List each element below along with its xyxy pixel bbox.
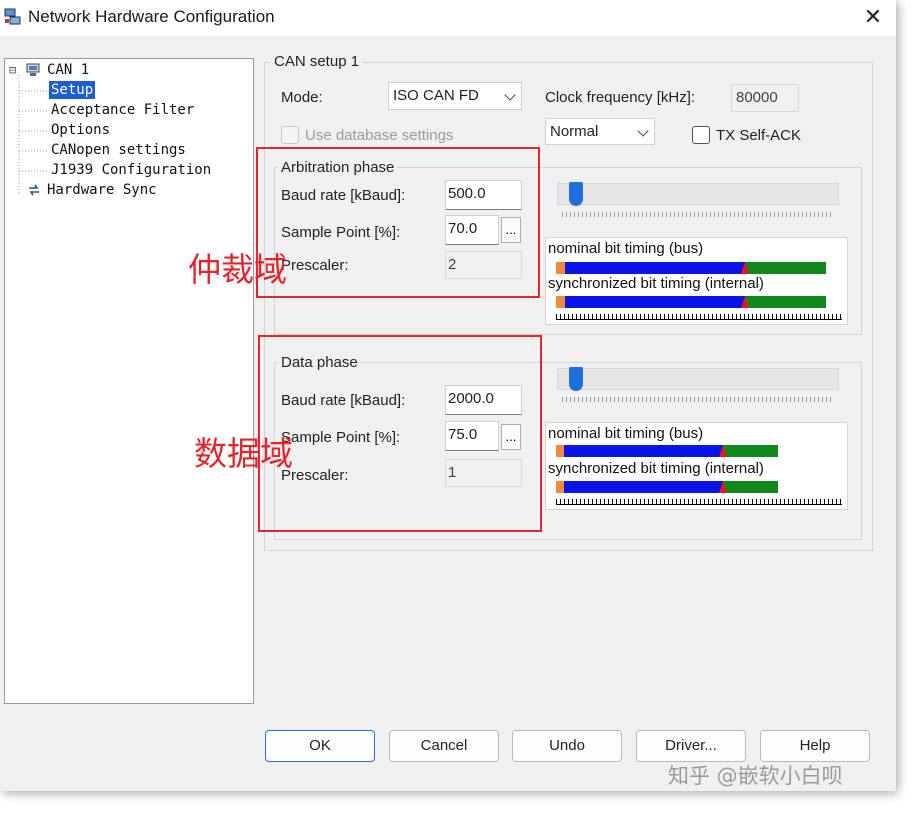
data-slider-thumb[interactable] [569, 367, 583, 391]
data-sync-phase1-segment [564, 481, 723, 493]
arb-sync-sample-point-marker [741, 296, 749, 308]
arb-timing-panel: nominal bit timing (bus) synchronized bi… [545, 237, 848, 325]
dialog-window: Network Hardware Configuration ✕ ⊟ CAN 1… [0, 0, 896, 791]
collapse-icon[interactable]: ⊟ [9, 61, 16, 79]
data-nominal-phase1-segment [564, 445, 723, 457]
mode-value: ISO CAN FD [393, 87, 479, 104]
tree-item-acceptance-filter[interactable]: Acceptance Filter [51, 101, 194, 119]
use-database-checkbox[interactable] [281, 126, 299, 144]
data-highlight-box [258, 335, 542, 532]
hardware-sync-icon [29, 184, 39, 196]
data-sync-label: synchronized bit timing (internal) [548, 460, 764, 477]
data-nominal-phase2-segment [723, 445, 778, 457]
data-annotation: 数据域 [194, 434, 293, 473]
tree-lines [18, 75, 47, 195]
can-setup-title: CAN setup 1 [271, 53, 363, 70]
tx-self-ack-checkbox[interactable] [692, 126, 710, 144]
tree-item-setup[interactable]: Setup [49, 81, 96, 99]
arbitration-annotation: 仲裁域 [188, 250, 287, 289]
arb-sync-label: synchronized bit timing (internal) [548, 275, 764, 292]
network-config-icon [4, 8, 21, 25]
channel-tree[interactable]: ⊟ CAN 1 Setup Acceptance Filter Options … [4, 58, 254, 704]
close-icon[interactable]: ✕ [856, 2, 890, 32]
tree-item-options[interactable]: Options [51, 121, 110, 139]
use-database-label: Use database settings [305, 127, 454, 144]
normal-value: Normal [550, 123, 599, 140]
data-slider-ticks [562, 397, 832, 402]
arb-nominal-timing-bar [556, 262, 826, 274]
arb-nominal-phase2-segment [745, 262, 826, 274]
driver-button[interactable]: Driver... [636, 730, 746, 762]
data-sync-timing-bar [556, 481, 778, 493]
tree-item-canopen-settings[interactable]: CANopen settings [51, 141, 186, 159]
window-title: Network Hardware Configuration [28, 7, 275, 26]
arb-sync-timing-bar [556, 296, 826, 308]
title-bar: Network Hardware Configuration ✕ [0, 0, 896, 36]
help-button[interactable]: Help [760, 730, 870, 762]
data-sync-sync-segment [556, 481, 564, 493]
data-sync-sample-point-marker [719, 481, 727, 493]
mode-label: Mode: [281, 89, 323, 106]
arb-baud-slider[interactable] [557, 182, 839, 206]
arb-sync-phase2-segment [745, 296, 826, 308]
data-timing-panel: nominal bit timing (bus) synchronized bi… [545, 422, 848, 510]
clock-frequency-label: Clock frequency [kHz]: [545, 89, 696, 106]
arb-slider-thumb[interactable] [569, 182, 583, 206]
mode-select[interactable]: ISO CAN FD [388, 82, 522, 110]
data-baud-slider[interactable] [557, 367, 839, 391]
arb-nominal-label: nominal bit timing (bus) [548, 240, 704, 257]
arb-timing-ruler [556, 311, 842, 320]
arb-nominal-phase1-segment [565, 262, 745, 274]
tree-item-hardware-sync[interactable]: Hardware Sync [47, 181, 157, 199]
cancel-button[interactable]: Cancel [389, 730, 499, 762]
arb-nominal-sample-point-marker [741, 262, 749, 274]
watermark: 知乎 @嵌软小白呗 [668, 764, 843, 788]
normal-select[interactable]: Normal [545, 118, 655, 145]
arb-nominal-sync-segment [556, 262, 565, 274]
arb-slider-ticks [562, 212, 832, 217]
chevron-down-icon [637, 125, 649, 137]
undo-button[interactable]: Undo [512, 730, 622, 762]
data-nominal-label: nominal bit timing (bus) [548, 425, 704, 442]
data-nominal-timing-bar [556, 445, 778, 457]
clock-frequency-field[interactable]: 80000 [731, 84, 799, 112]
ok-button[interactable]: OK [265, 730, 375, 762]
data-nominal-sample-point-marker [719, 445, 727, 457]
data-sync-phase2-segment [723, 481, 778, 493]
tree-item-can1[interactable]: CAN 1 [47, 61, 89, 79]
tree-item-j1939-configuration[interactable]: J1939 Configuration [51, 161, 211, 179]
chevron-down-icon [504, 89, 516, 101]
arb-sync-sync-segment [556, 296, 565, 308]
data-nominal-sync-segment [556, 445, 564, 457]
arbitration-highlight-box [256, 147, 540, 298]
data-timing-ruler [556, 496, 842, 505]
tx-self-ack-label: TX Self-ACK [716, 127, 802, 144]
arb-sync-phase1-segment [565, 296, 745, 308]
